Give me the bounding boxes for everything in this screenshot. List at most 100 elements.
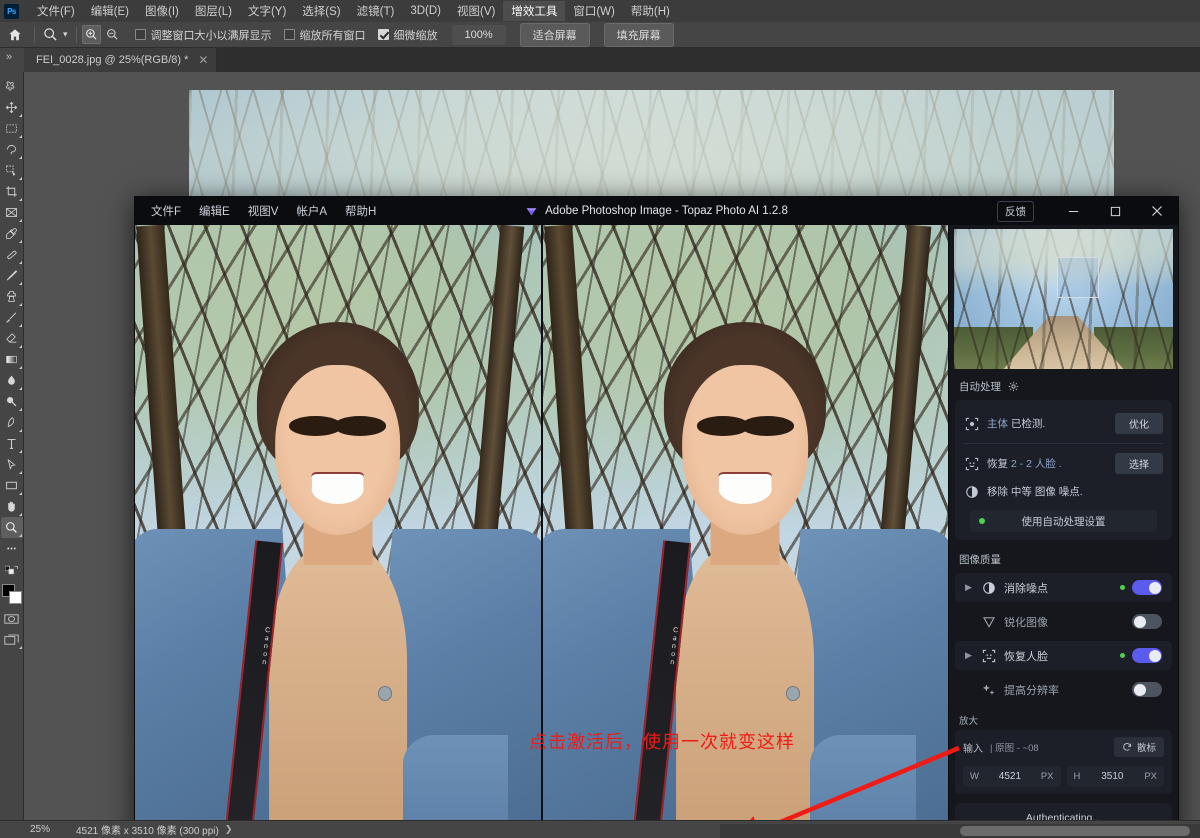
blur-tool-icon[interactable] xyxy=(1,370,23,391)
feature-recover-faces[interactable]: ▶ 恢复人脸 xyxy=(955,641,1172,671)
gradient-tool-icon[interactable] xyxy=(1,349,23,370)
home-icon[interactable] xyxy=(0,28,30,42)
refine-button[interactable]: 优化 xyxy=(1115,413,1163,435)
lasso-tool-icon[interactable] xyxy=(1,139,23,160)
scrollbar-thumb[interactable] xyxy=(960,826,1190,836)
shape-tool-icon[interactable] xyxy=(1,475,23,496)
menu-layer[interactable]: 图层(L) xyxy=(187,1,240,21)
checkbox-scrubby-zoom[interactable]: 细微缩放 xyxy=(377,27,438,43)
menu-file[interactable]: 文件(F) xyxy=(29,1,83,21)
document-tab[interactable]: FEI_0028.jpg @ 25%(RGB/8) * ✕ xyxy=(24,48,218,72)
menu-help[interactable]: 帮助(H) xyxy=(623,1,678,21)
clone-stamp-tool-icon[interactable] xyxy=(1,286,23,307)
status-zoom-value[interactable]: 25% xyxy=(24,824,76,835)
path-select-tool-icon[interactable] xyxy=(1,454,23,475)
zoom-out-button[interactable] xyxy=(103,25,122,44)
toggle-knob xyxy=(1148,649,1161,662)
feature-recover-faces-toggle[interactable] xyxy=(1132,648,1162,664)
checkbox-box[interactable] xyxy=(283,29,295,40)
crop-tool-icon[interactable] xyxy=(1,181,23,202)
menu-3d[interactable]: 3D(D) xyxy=(402,3,449,19)
face-selection-box[interactable] xyxy=(1056,257,1099,298)
active-tool-zoom-icon[interactable]: ▾ xyxy=(39,27,72,42)
preview-before[interactable]: Canon xyxy=(135,225,541,820)
menu-plugins[interactable]: 增效工具 xyxy=(503,1,566,21)
screen-mode-icon[interactable] xyxy=(1,629,23,650)
reset-button[interactable]: 散标 xyxy=(1113,737,1164,758)
autopilot-row-noise[interactable]: 移除 中等 图像 噪点. xyxy=(964,479,1163,504)
history-brush-tool-icon[interactable] xyxy=(1,307,23,328)
quick-select-tool-icon[interactable] xyxy=(1,160,23,181)
checkbox-resize-windows[interactable]: 调整窗口大小以满屏显示 xyxy=(134,27,272,43)
navigator-thumbnail[interactable] xyxy=(954,229,1173,370)
feature-remove-noise[interactable]: ▶ 消除噪点 xyxy=(955,573,1172,603)
autopilot-row-faces[interactable]: 恢复 2 - 2 人脸 . 选择 xyxy=(964,448,1163,479)
minimize-icon[interactable] xyxy=(1052,197,1094,225)
topaz-menu-edit[interactable]: 编辑E xyxy=(199,203,230,219)
maximize-icon[interactable] xyxy=(1094,197,1136,225)
move-tool-icon[interactable] xyxy=(1,76,23,97)
zoom-in-button[interactable] xyxy=(81,25,101,44)
autopilot-settings-button[interactable]: 使用自动处理设置 xyxy=(970,510,1157,533)
feature-remove-noise-toggle[interactable] xyxy=(1132,580,1162,596)
marquee-tool-icon[interactable] xyxy=(1,118,23,139)
chevron-right-icon[interactable]: ❯ xyxy=(225,824,233,835)
feature-upscale[interactable]: 提高分辨率 xyxy=(955,675,1172,704)
feature-sharpen[interactable]: 锐化图像 xyxy=(955,607,1172,636)
checkbox-box[interactable] xyxy=(134,29,146,40)
close-icon[interactable] xyxy=(1136,197,1178,225)
chevron-down-icon[interactable]: ▾ xyxy=(63,29,68,40)
topaz-title-bar[interactable]: 文件F 编辑E 视图V 帐户A 帮助H Adobe Photoshop Imag… xyxy=(135,197,1178,225)
chevron-right-icon[interactable]: ▶ xyxy=(965,582,973,593)
photoshop-canvas[interactable]: 文件F 编辑E 视图V 帐户A 帮助H Adobe Photoshop Imag… xyxy=(24,72,1200,820)
eraser-tool-icon[interactable] xyxy=(1,328,23,349)
menu-type[interactable]: 文字(Y) xyxy=(240,1,294,21)
foreground-background-color[interactable] xyxy=(1,583,23,605)
healing-brush-tool-icon[interactable] xyxy=(1,244,23,265)
width-value[interactable]: 4521 xyxy=(979,771,1041,782)
height-value[interactable]: 3510 xyxy=(1080,771,1144,782)
menu-window[interactable]: 窗口(W) xyxy=(565,1,623,21)
horizontal-scrollbar[interactable] xyxy=(720,824,1200,838)
brush-tool-icon[interactable] xyxy=(1,265,23,286)
dodge-tool-icon[interactable] xyxy=(1,391,23,412)
zoom-tool-icon[interactable] xyxy=(0,517,23,538)
default-colors-icon[interactable] xyxy=(1,559,23,580)
gear-icon[interactable] xyxy=(1008,381,1019,392)
feature-sharpen-toggle[interactable] xyxy=(1132,614,1162,630)
expand-panels-icon[interactable] xyxy=(0,48,24,72)
toggle-knob xyxy=(1148,581,1161,594)
menu-filter[interactable]: 滤镜(T) xyxy=(349,1,403,21)
more-tools-icon[interactable] xyxy=(1,538,23,559)
chevron-right-icon[interactable]: ▶ xyxy=(965,650,973,661)
hand-tool-icon[interactable] xyxy=(1,496,23,517)
autopilot-row-subject[interactable]: 主体 已检测. 优化 xyxy=(964,408,1163,439)
pen-tool-icon[interactable] xyxy=(1,412,23,433)
fit-screen-button[interactable]: 适合屏幕 xyxy=(519,22,590,47)
background-color-swatch[interactable] xyxy=(8,591,22,604)
height-field[interactable]: H 3510 PX xyxy=(1066,766,1164,788)
feedback-button[interactable]: 反馈 xyxy=(997,200,1034,222)
close-icon[interactable]: ✕ xyxy=(198,54,208,66)
checkbox-zoom-all-windows[interactable]: 缩放所有窗口 xyxy=(283,27,366,43)
topaz-menu-account[interactable]: 帐户A xyxy=(296,203,327,219)
select-faces-button[interactable]: 选择 xyxy=(1115,453,1163,475)
move-tool-icon[interactable] xyxy=(1,97,23,118)
fill-screen-button[interactable]: 填充屏幕 xyxy=(603,22,674,47)
checkbox-box[interactable] xyxy=(377,29,389,40)
menu-image[interactable]: 图像(I) xyxy=(137,1,187,21)
zoom-percent-button[interactable]: 100% xyxy=(451,24,506,45)
quick-mask-icon[interactable] xyxy=(1,608,23,629)
type-tool-icon[interactable] xyxy=(1,433,23,454)
topaz-menu-view[interactable]: 视图V xyxy=(248,203,279,219)
menu-view[interactable]: 视图(V) xyxy=(449,1,503,21)
topaz-menu-help[interactable]: 帮助H xyxy=(345,203,376,219)
topaz-menu-file[interactable]: 文件F xyxy=(151,203,181,219)
menu-select[interactable]: 选择(S) xyxy=(294,1,348,21)
feature-upscale-toggle[interactable] xyxy=(1132,682,1162,698)
width-field[interactable]: W 4521 PX xyxy=(963,766,1061,788)
arm xyxy=(402,734,509,820)
menu-edit[interactable]: 编辑(E) xyxy=(83,1,137,21)
frame-tool-icon[interactable] xyxy=(1,202,23,223)
eyedropper-tool-icon[interactable] xyxy=(1,223,23,244)
